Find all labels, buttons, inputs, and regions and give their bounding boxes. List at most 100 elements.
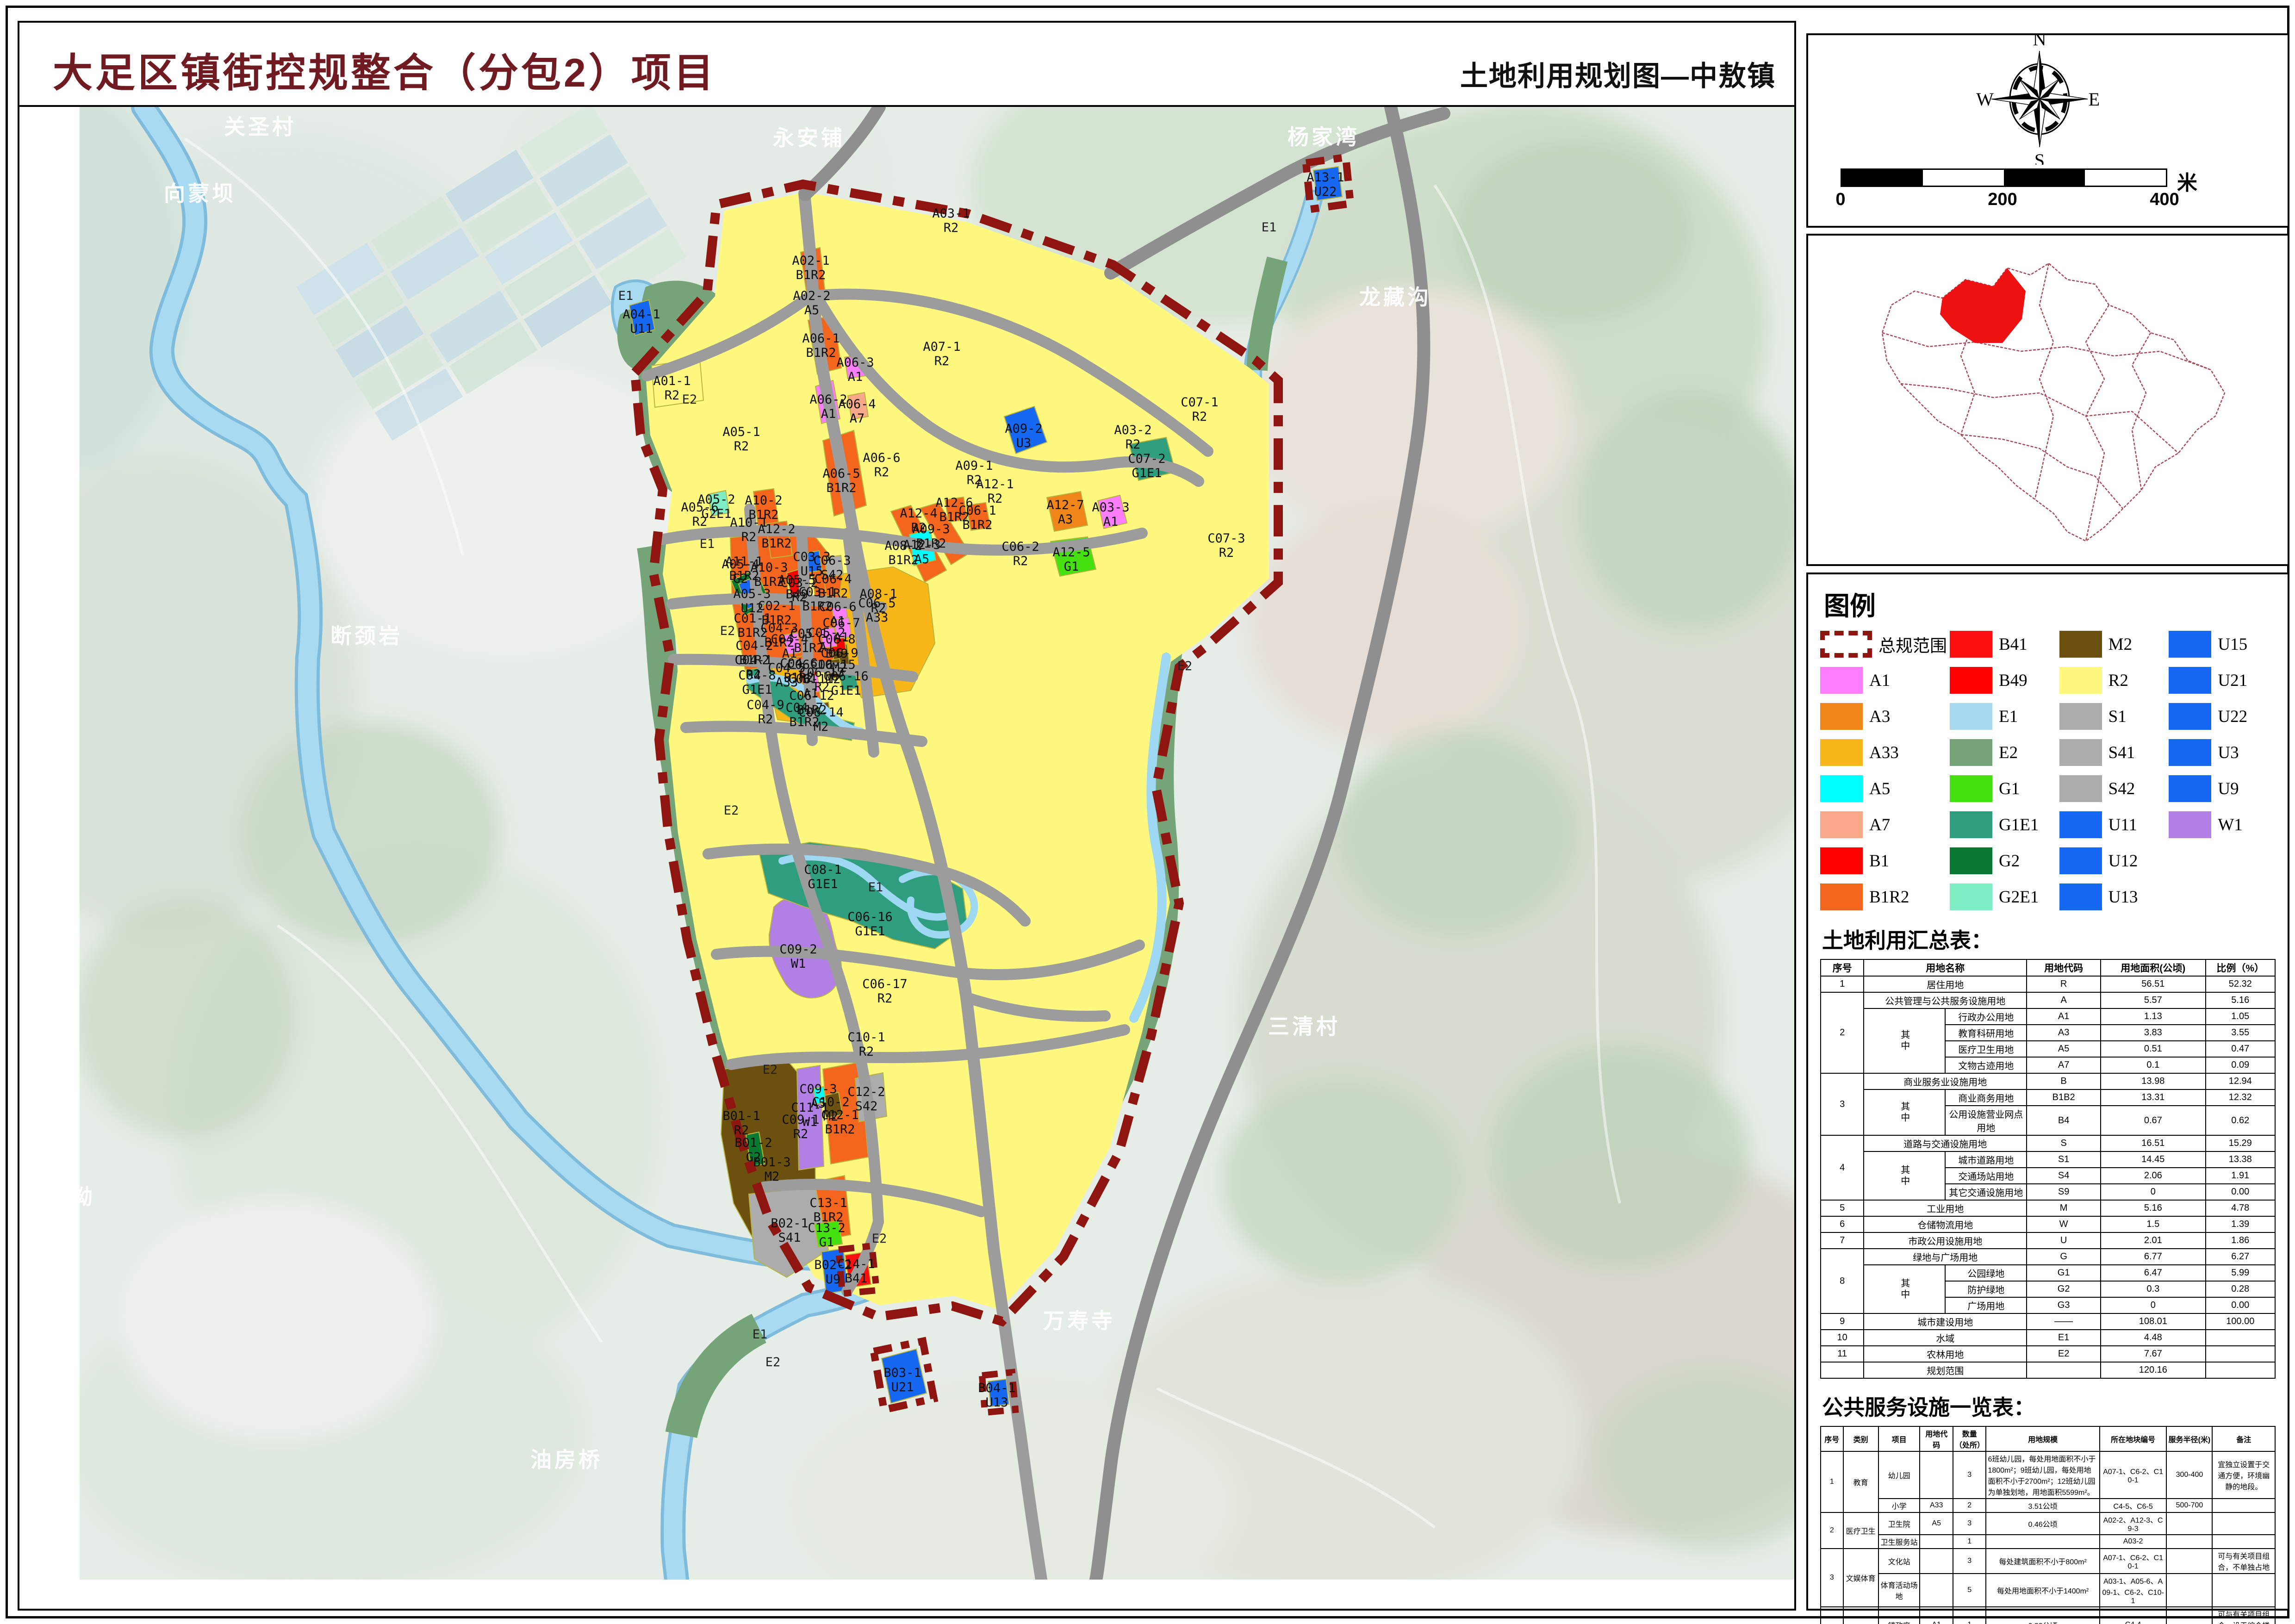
table-cell: 1.05 (2206, 1008, 2275, 1025)
legend-label: B1 (1869, 851, 1889, 871)
table-cell: 3.55 (2206, 1025, 2275, 1041)
table-cell: 4.48 (2101, 1330, 2205, 1346)
place-name-label: 堰子坳 (23, 1185, 95, 1209)
legend-item: U11 (2059, 810, 2166, 840)
project-title: 大足区镇街控规整合（分包2）项目 (53, 40, 716, 98)
landuse-code-label: E1 (868, 880, 883, 895)
table-cell: 0.62 (2206, 1106, 2275, 1135)
table-cell: 宜独立设置于交通方便，环境幽静的地段。 (2212, 1451, 2275, 1499)
table-row: 8绿地与广场用地G6.776.27 (1821, 1249, 2275, 1265)
location-inset-box (1806, 234, 2289, 566)
table-cell: 0 (2101, 1297, 2205, 1313)
table-row: 11农林用地E27.67 (1821, 1346, 2275, 1362)
color-swatch (2059, 811, 2102, 838)
legend-label: 总规范围 (1878, 632, 1947, 657)
color-swatch (1820, 703, 1863, 730)
color-swatch (2059, 703, 2102, 730)
legend-tables-box: 图例 总规范围A1A3A33A5A7B1B1R2B41B49E1E2G1G1E1… (1806, 572, 2289, 1611)
color-swatch (1820, 667, 1863, 694)
legend-label: U22 (2218, 707, 2247, 727)
scale-bar: 米 0 200 400 (1841, 168, 2257, 208)
table-row: 其中行政办公用地A11.131.05 (1821, 1008, 2275, 1025)
legend-label: A5 (1869, 779, 1890, 799)
table-cell: 卫生院 (1878, 1512, 1920, 1535)
table-cell: A7 (2027, 1057, 2101, 1073)
place-name-label: 关圣村 (224, 115, 296, 139)
zone-label-C12-1: C12-1B1R2 (821, 1108, 858, 1137)
table-cell: 300-400 (2166, 1451, 2212, 1499)
table-cell: 0.28 (2206, 1281, 2275, 1297)
legend-item: G1 (1950, 774, 2057, 803)
location-inset-map (1808, 236, 2288, 564)
table-header: 用地名称 (1864, 959, 2027, 976)
table-cell: 公共管理与公共服务设施用地 (1864, 992, 2027, 1008)
legend-label: W1 (2218, 815, 2242, 835)
legend-item: B1 (1820, 846, 1947, 876)
table-cell: 交通场站用地 (1945, 1168, 2027, 1184)
legend-item: B41 (1950, 629, 2057, 659)
table-cell: 4.78 (2206, 1200, 2275, 1216)
color-swatch (1950, 703, 1992, 730)
table-cell: U (2027, 1232, 2101, 1249)
table-cell: 15.29 (2206, 1135, 2275, 1151)
table-cell: 0.22公顷 (1986, 1607, 2099, 1624)
legend-label: U15 (2218, 635, 2247, 654)
legend-item: A1 (1820, 666, 1947, 695)
table-row: 小学A3323.51公顷C4-5、C6-5500-700 (1821, 1499, 2275, 1512)
table-cell (2206, 1330, 2275, 1346)
table-cell: G3 (2027, 1297, 2101, 1313)
color-swatch (1820, 884, 1863, 910)
legend-column: B41B49E1E2G1G1E1G2G2E1 (1950, 629, 2057, 912)
table-header: 比例（%） (2206, 959, 2275, 976)
table-cell: 1 (1953, 1535, 1986, 1549)
table-cell: 8 (1821, 1249, 1864, 1313)
place-name-label: 杨家湾 (1287, 125, 1360, 149)
table-cell: A3 (2027, 1025, 2101, 1041)
legend-item: U13 (2059, 882, 2166, 912)
table-cell (2212, 1512, 2275, 1535)
legend-item: A3 (1820, 702, 1947, 731)
table-cell: 3 (1953, 1451, 1986, 1499)
legend-item: G1E1 (1950, 810, 2057, 840)
table-cell: A1 (2027, 1008, 2101, 1025)
color-swatch (1820, 775, 1863, 802)
legend-label: U12 (2108, 851, 2138, 871)
table-cell: 6班幼儿园，每处用地面积不小于1800m²；9班幼儿园，每处用地面积不小于270… (1986, 1451, 2099, 1499)
facilities-table-heading: 公共服务设施一览表： (1822, 1391, 2276, 1421)
table-cell: M (2027, 1200, 2101, 1216)
table-cell: 1.86 (2206, 1232, 2275, 1249)
legend-label: U3 (2218, 743, 2239, 763)
compass-e: E (2089, 89, 2100, 110)
legend-label: E2 (1999, 743, 2018, 763)
boundary-swatch (1820, 631, 1872, 658)
table-cell: 0.00 (2206, 1184, 2275, 1200)
scale-segment (2085, 170, 2166, 186)
legend-label: B41 (1999, 635, 2028, 654)
table-row: 10水域E14.48 (1821, 1330, 2275, 1346)
place-name-label: 油房桥 (530, 1448, 603, 1472)
table-cell: 0.00 (2206, 1297, 2275, 1313)
color-swatch (2169, 631, 2211, 658)
legend-column: M2R2S1S41S42U11U12U13 (2059, 629, 2166, 912)
legend-label: B1R2 (1869, 887, 1909, 907)
table-header: 项目 (1878, 1426, 1920, 1451)
legend-label: U21 (2218, 671, 2247, 691)
legend-label: U9 (2218, 779, 2239, 799)
table-cell: G (2027, 1249, 2101, 1265)
legend-label: E1 (1999, 707, 2018, 727)
table-cell: 2.01 (2101, 1232, 2205, 1249)
color-swatch (2169, 811, 2211, 838)
table-cell: G1 (2027, 1265, 2101, 1281)
compass-rose-icon: N S E W (1808, 35, 2288, 165)
table-cell: R (2027, 976, 2101, 992)
table-cell: E2 (2027, 1346, 2101, 1362)
table-cell: 3 (1821, 1073, 1864, 1135)
landuse-code-label: E1 (618, 289, 634, 303)
table-cell: 5 (1821, 1200, 1864, 1216)
table-cell: 3 (1953, 1512, 1986, 1535)
table-header: 所在地块编号 (2100, 1426, 2167, 1451)
legend-label: R2 (2108, 671, 2128, 691)
table-cell: 规划范围 (1864, 1362, 2027, 1378)
table-cell: A07-1、C6-2、C10-1 (2100, 1549, 2167, 1574)
table-cell: 可与有关项目组合，设于综合楼中 (2212, 1607, 2275, 1624)
